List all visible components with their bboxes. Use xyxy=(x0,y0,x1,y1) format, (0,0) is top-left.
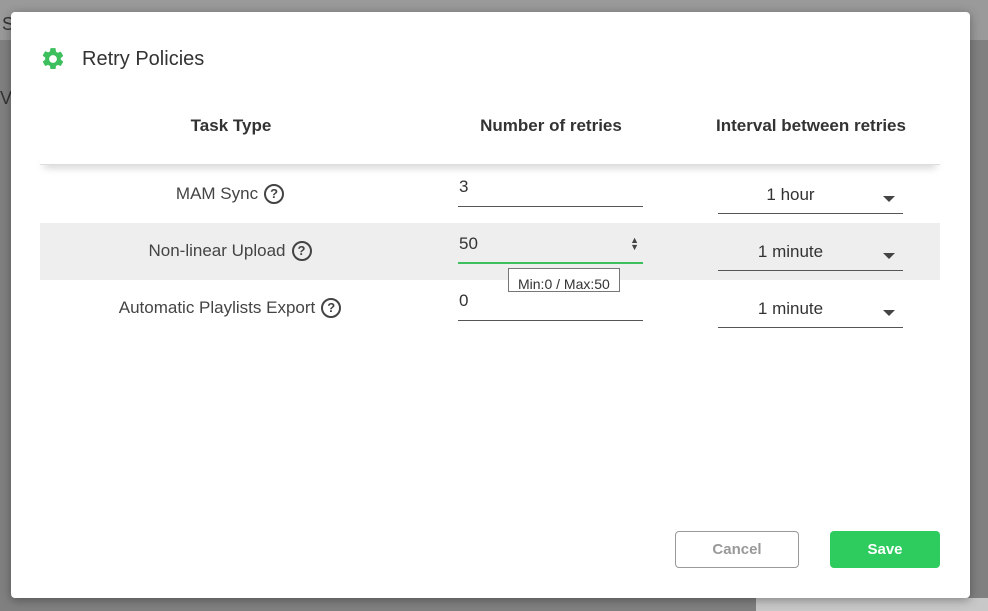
dialog-title: Retry Policies xyxy=(82,47,205,70)
task-type-label: Automatic Playlists Export xyxy=(118,298,316,317)
caret-down-icon xyxy=(883,196,895,202)
help-icon[interactable]: ? xyxy=(321,298,342,318)
retry-policies-dialog: Retry Policies Task Type Number of retri… xyxy=(11,12,970,598)
help-icon[interactable]: ? xyxy=(291,241,312,261)
range-tooltip: Min:0 / Max:50 xyxy=(508,268,620,292)
spinner-arrows-icon[interactable]: ▲ ▼ xyxy=(630,236,639,252)
task-type-cell: MAM Sync ? xyxy=(40,184,420,204)
task-type-cell: Automatic Playlists Export ? xyxy=(40,298,420,318)
retries-value: 3 xyxy=(459,177,469,196)
column-header-task-type: Task Type xyxy=(190,116,272,135)
interval-select[interactable]: 1 minute xyxy=(718,235,903,271)
column-header-number-of-retries: Number of retries xyxy=(480,116,622,135)
header-divider xyxy=(40,152,940,165)
table-row: Automatic Playlists Export ? 0 1 minute xyxy=(40,280,940,337)
gear-icon xyxy=(42,48,64,70)
caret-down-icon xyxy=(883,310,895,316)
retries-value: 50 xyxy=(459,234,478,253)
retries-value: 0 xyxy=(459,291,469,310)
retries-input[interactable]: 3 xyxy=(458,172,643,207)
interval-select[interactable]: 1 minute xyxy=(718,292,903,328)
retries-input[interactable]: 50 ▲ ▼ xyxy=(458,229,643,264)
interval-value: 1 hour xyxy=(766,185,815,204)
column-header-interval: Interval between retries xyxy=(716,116,906,135)
task-type-label: MAM Sync xyxy=(175,184,259,203)
interval-value: 1 minute xyxy=(757,299,824,318)
cancel-button[interactable]: Cancel xyxy=(675,531,799,568)
dialog-header: Retry Policies xyxy=(40,46,204,72)
task-type-cell: Non-linear Upload ? xyxy=(40,241,420,261)
interval-select[interactable]: 1 hour xyxy=(718,178,903,214)
table-row: MAM Sync ? 3 1 hour xyxy=(40,166,940,223)
caret-down-icon xyxy=(883,253,895,259)
interval-value: 1 minute xyxy=(757,242,824,261)
save-button[interactable]: Save xyxy=(830,531,940,568)
help-icon[interactable]: ? xyxy=(264,184,285,204)
background-panel xyxy=(756,598,988,611)
task-type-label: Non-linear Upload xyxy=(148,241,286,260)
table-row: Non-linear Upload ? 50 ▲ ▼ 1 minute xyxy=(40,223,940,280)
